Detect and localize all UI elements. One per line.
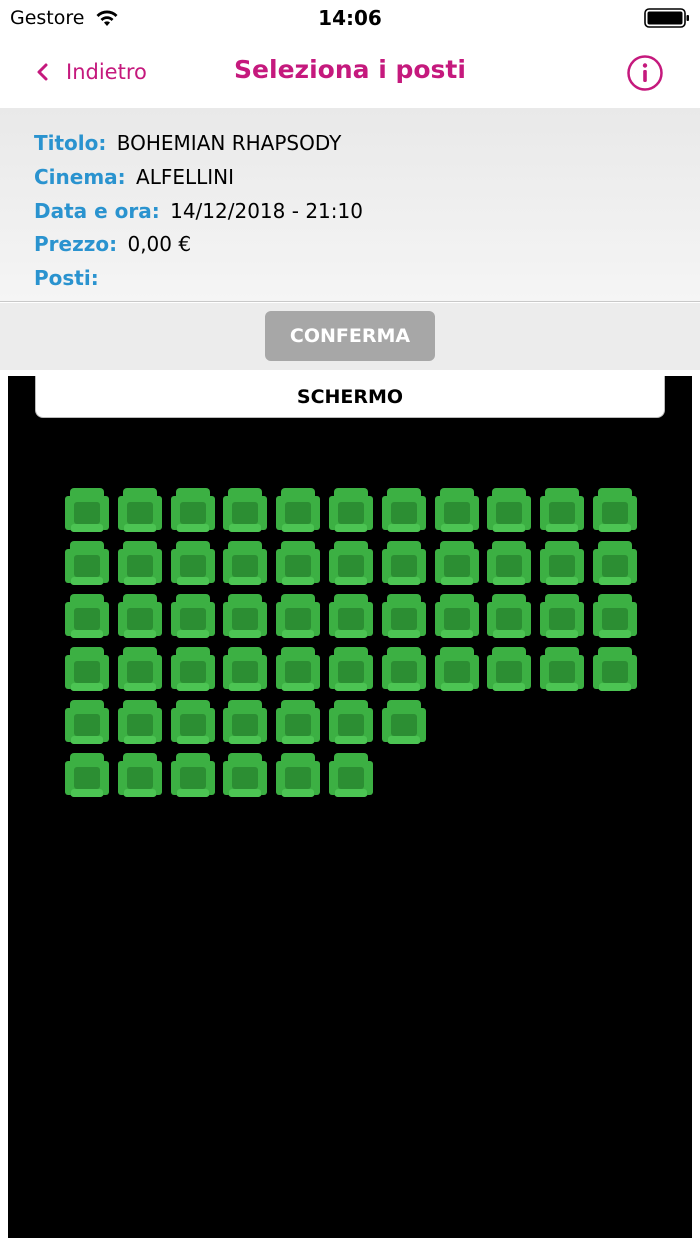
seats-label: Posti: bbox=[34, 266, 99, 290]
seat[interactable] bbox=[117, 753, 162, 799]
seat[interactable] bbox=[65, 541, 109, 587]
seat[interactable] bbox=[329, 541, 373, 587]
seats-row: Posti: bbox=[34, 266, 103, 290]
cinema-row: Cinema: ALFELLINI bbox=[34, 165, 234, 189]
seat[interactable] bbox=[434, 594, 479, 640]
seat[interactable] bbox=[329, 594, 373, 640]
seat[interactable] bbox=[276, 488, 321, 534]
seat[interactable] bbox=[170, 753, 215, 799]
seat[interactable] bbox=[65, 488, 109, 534]
title-row: Titolo: BOHEMIAN RHAPSODY bbox=[34, 131, 341, 155]
price-value: 0,00 € bbox=[127, 232, 192, 256]
seat[interactable] bbox=[487, 594, 532, 640]
battery-icon bbox=[644, 8, 689, 28]
seat[interactable] bbox=[381, 594, 426, 640]
seat[interactable] bbox=[381, 541, 426, 587]
title-label: Titolo: bbox=[34, 131, 107, 155]
seat[interactable] bbox=[540, 647, 585, 693]
seat[interactable] bbox=[487, 541, 532, 587]
seat[interactable] bbox=[223, 594, 268, 640]
seat[interactable] bbox=[434, 488, 479, 534]
seat[interactable] bbox=[276, 753, 321, 799]
price-row: Prezzo: 0,00 € bbox=[34, 232, 191, 256]
datetime-row: Data e ora: 14/12/2018 - 21:10 bbox=[34, 199, 363, 223]
navigation-bar: Indietro Seleziona i posti bbox=[0, 40, 700, 108]
seat[interactable] bbox=[381, 700, 426, 746]
seat[interactable] bbox=[329, 647, 373, 693]
seat[interactable] bbox=[65, 700, 109, 746]
seat[interactable] bbox=[170, 647, 215, 693]
price-label: Prezzo: bbox=[34, 232, 118, 256]
seat[interactable] bbox=[540, 541, 585, 587]
seat[interactable] bbox=[276, 541, 321, 587]
seat[interactable] bbox=[434, 541, 479, 587]
cinema-label: Cinema: bbox=[34, 165, 126, 189]
seat[interactable] bbox=[223, 647, 268, 693]
seat[interactable] bbox=[329, 700, 373, 746]
seat[interactable] bbox=[170, 700, 215, 746]
seat[interactable] bbox=[381, 488, 426, 534]
seat[interactable] bbox=[593, 594, 637, 640]
seat[interactable] bbox=[117, 700, 162, 746]
seat[interactable] bbox=[117, 647, 162, 693]
seat[interactable] bbox=[487, 488, 532, 534]
seat[interactable] bbox=[540, 594, 585, 640]
seat-grid bbox=[8, 376, 692, 1238]
seat[interactable] bbox=[223, 488, 268, 534]
seat[interactable] bbox=[276, 647, 321, 693]
seat[interactable] bbox=[593, 488, 637, 534]
seat[interactable] bbox=[540, 488, 585, 534]
seat[interactable] bbox=[170, 541, 215, 587]
seat[interactable] bbox=[170, 594, 215, 640]
seat[interactable] bbox=[276, 700, 321, 746]
cinema-value: ALFELLINI bbox=[136, 165, 235, 189]
seat[interactable] bbox=[223, 700, 268, 746]
clock: 14:06 bbox=[318, 6, 382, 30]
seat[interactable] bbox=[117, 541, 162, 587]
confirm-bar: CONFERMA bbox=[0, 303, 700, 370]
seat[interactable] bbox=[65, 753, 109, 799]
datetime-label: Data e ora: bbox=[34, 199, 160, 223]
status-bar: Gestore 14:06 bbox=[0, 0, 700, 40]
seat[interactable] bbox=[223, 541, 268, 587]
seat[interactable] bbox=[329, 753, 373, 799]
seat[interactable] bbox=[65, 594, 109, 640]
confirm-button[interactable]: CONFERMA bbox=[265, 311, 435, 361]
seat[interactable] bbox=[65, 647, 109, 693]
seat[interactable] bbox=[170, 488, 215, 534]
seat[interactable] bbox=[593, 647, 637, 693]
seat[interactable] bbox=[381, 647, 426, 693]
seat[interactable] bbox=[593, 541, 637, 587]
title-value: BOHEMIAN RHAPSODY bbox=[116, 131, 342, 155]
datetime-value: 14/12/2018 - 21:10 bbox=[170, 199, 363, 223]
seat[interactable] bbox=[117, 594, 162, 640]
seat[interactable] bbox=[117, 488, 162, 534]
info-circle-icon[interactable] bbox=[626, 54, 664, 92]
seat-map[interactable]: SCHERMO bbox=[8, 376, 692, 1238]
seat[interactable] bbox=[434, 647, 479, 693]
page-title: Seleziona i posti bbox=[234, 55, 466, 84]
seat[interactable] bbox=[276, 594, 321, 640]
seat[interactable] bbox=[329, 488, 373, 534]
seat[interactable] bbox=[223, 753, 268, 799]
seat[interactable] bbox=[487, 647, 532, 693]
booking-details-panel: Titolo: BOHEMIAN RHAPSODY Cinema: ALFELL… bbox=[0, 108, 700, 302]
